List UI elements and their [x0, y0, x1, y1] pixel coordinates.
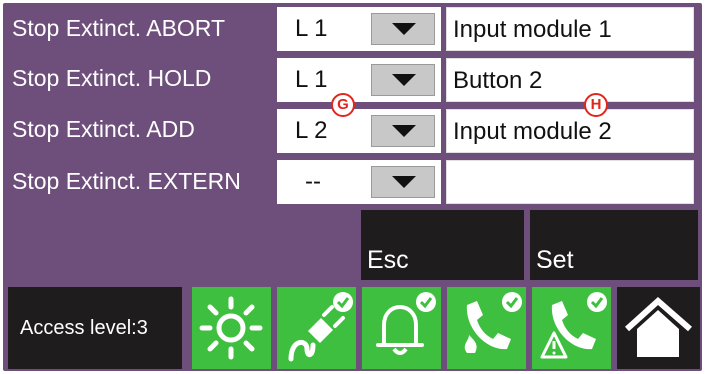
- hold-level-value: L 1: [295, 66, 328, 93]
- phone-warning-icon: [540, 292, 607, 359]
- row-label-abort: Stop Extinct. ABORT: [12, 15, 226, 41]
- esc-button-label: Esc: [367, 246, 409, 274]
- phone-fire-icon: [464, 292, 522, 353]
- extern-description-field: [446, 160, 694, 204]
- status-tile-fire-call[interactable]: [447, 287, 526, 369]
- marker-g: G: [331, 93, 355, 117]
- status-tile-power[interactable]: [277, 287, 356, 369]
- abort-description: Input module 1: [453, 16, 612, 43]
- add-dropdown-button[interactable]: [371, 115, 435, 147]
- abort-level-value: L 1: [295, 15, 328, 42]
- add-level-select[interactable]: L 2: [277, 109, 441, 153]
- add-level-value: L 2: [295, 117, 328, 144]
- access-level-label: Access level:3: [20, 317, 148, 339]
- row-label-extern: Stop Extinct. EXTERN: [12, 168, 241, 194]
- hold-description: Button 2: [453, 67, 543, 94]
- home-icon: [624, 296, 692, 357]
- row-label-hold: Stop Extinct. HOLD: [12, 65, 212, 91]
- hold-level-select[interactable]: L 1: [277, 58, 441, 102]
- extern-level-value: --: [305, 168, 321, 195]
- bell-icon: [376, 292, 436, 355]
- status-tile-fault-call[interactable]: [532, 287, 611, 369]
- access-level-indicator: Access level:3: [8, 287, 182, 369]
- extern-level-select[interactable]: --: [277, 160, 441, 204]
- esc-button[interactable]: Esc: [361, 210, 524, 280]
- row-label-add: Stop Extinct. ADD: [12, 116, 195, 142]
- set-button[interactable]: Set: [530, 210, 698, 280]
- chevron-down-icon: [392, 125, 416, 137]
- add-description: Input module 2: [453, 118, 612, 145]
- abort-dropdown-button[interactable]: [371, 13, 435, 45]
- extern-dropdown-button[interactable]: [371, 166, 435, 198]
- abort-level-select[interactable]: L 1: [277, 7, 441, 51]
- extinction-settings-screen: Stop Extinct. ABORT L 1 Input module 1 S…: [0, 0, 705, 374]
- hold-description-field: Button 2: [446, 58, 694, 102]
- sun-icon: [199, 296, 263, 360]
- marker-h: H: [584, 93, 608, 117]
- chevron-down-icon: [392, 23, 416, 35]
- set-button-label: Set: [536, 246, 574, 274]
- status-tile-alarm[interactable]: [362, 287, 441, 369]
- power-plug-icon: [288, 292, 353, 362]
- hold-dropdown-button[interactable]: [371, 64, 435, 96]
- abort-description-field: Input module 1: [446, 7, 694, 51]
- chevron-down-icon: [392, 176, 416, 188]
- status-tile-sun[interactable]: [192, 287, 271, 369]
- chevron-down-icon: [392, 74, 416, 86]
- add-description-field: Input module 2: [446, 109, 694, 153]
- home-button[interactable]: [617, 287, 700, 369]
